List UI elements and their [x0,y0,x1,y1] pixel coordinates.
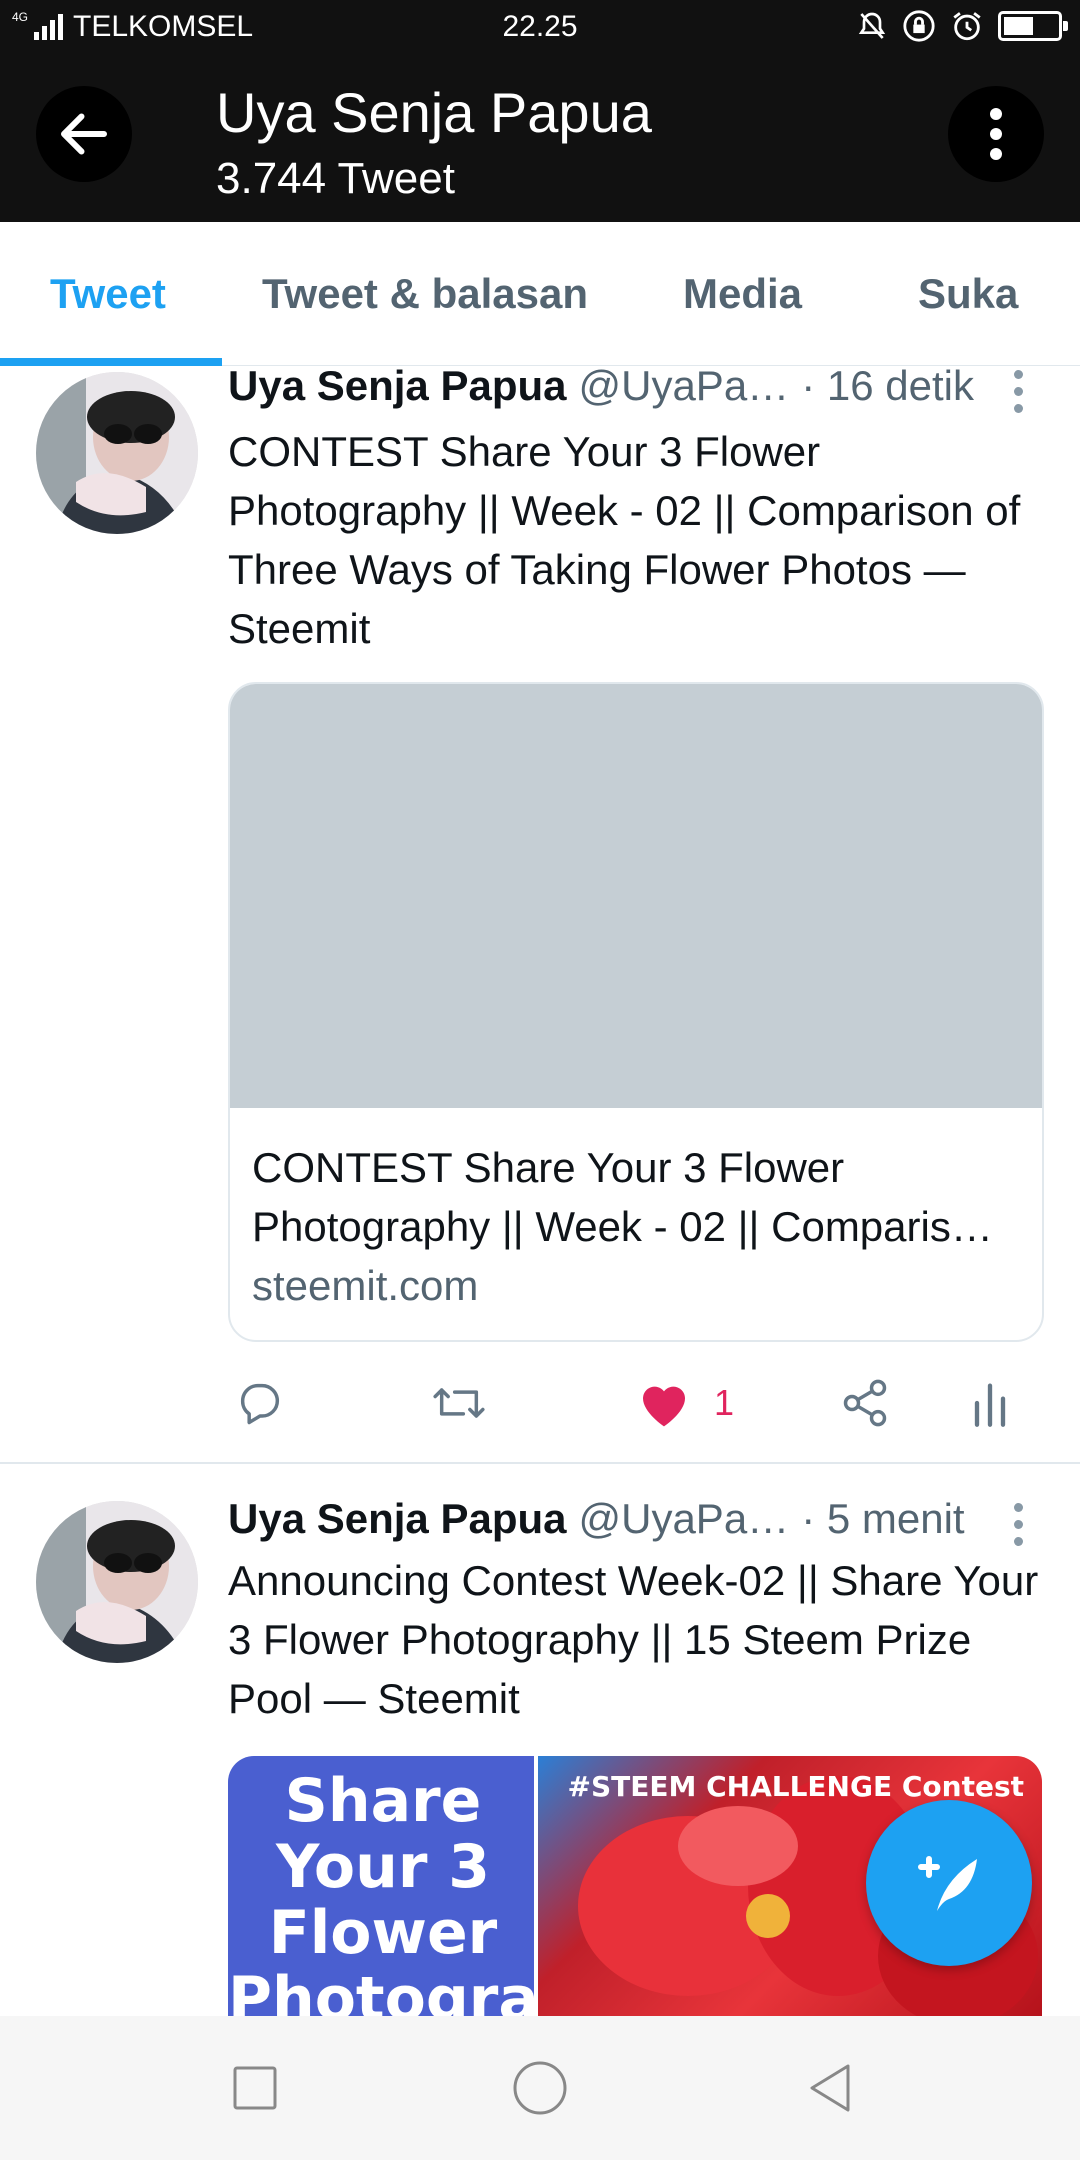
heart-filled-icon [643,1386,685,1427]
avatar[interactable] [36,1501,198,1663]
link-preview-title: CONTEST Share Your 3 Flower Photography … [252,1144,993,1250]
tweet-author-handle[interactable]: @UyaPa… [578,1495,789,1543]
retweet-icon [433,1388,485,1418]
share-icon [843,1379,887,1427]
status-bar: 4G TELKOMSEL 22.25 [0,0,1080,54]
home-button[interactable] [510,2058,570,2118]
profile-header: Uya Senja Papua 3.744 Tweet [0,54,1080,222]
tab-likes[interactable]: Suka [918,222,1018,366]
reply-icon [240,1383,279,1425]
tweet-actions: 1 [228,1368,1028,1438]
analytics-button[interactable] [968,1368,1012,1438]
tweet-text: CONTEST Share Your 3 Flower Photography … [228,428,1021,652]
reply-button[interactable] [234,1368,286,1438]
like-button[interactable]: 1 [636,1368,734,1438]
back-nav-button[interactable] [800,2058,860,2118]
avatar[interactable] [36,372,198,534]
tweet-text: Announcing Contest Week-02 || Share Your… [228,1557,1039,1722]
compose-tweet-button[interactable] [866,1800,1032,1966]
tweet-timestamp: · 5 menit [801,1495,965,1542]
system-nav-bar [0,2016,1080,2160]
mute-icon [858,12,886,39]
profile-tabs: Tweet Tweet & balasan Media Suka [0,222,1080,366]
share-button[interactable] [838,1368,892,1438]
analytics-icon [974,1383,1006,1427]
more-vertical-icon [990,108,1002,160]
square-icon [233,2066,277,2110]
tweet-count: 3.744 Tweet [216,154,455,203]
triangle-back-icon [810,2064,850,2112]
link-preview-card[interactable]: CONTEST Share Your 3 Flower Photography … [228,682,1044,1342]
recents-button[interactable] [225,2058,285,2118]
tweet-divider [0,1462,1080,1464]
tweet-item[interactable]: Uya Senja Papua @UyaPa… · 16 detik CONTE… [0,362,1080,1462]
link-preview-domain: steemit.com [252,1262,479,1309]
tweet-author-name[interactable]: Uya Senja Papua [228,1495,566,1543]
tab-tweet-and-replies[interactable]: Tweet & balasan [262,222,588,366]
compose-tweet-icon [918,1856,977,1911]
tweet-more-icon[interactable] [1008,1503,1028,1553]
link-preview-image [230,684,1042,1108]
tweet-timestamp: · 16 detik [801,362,974,409]
back-button[interactable] [36,86,132,182]
tab-media[interactable]: Media [683,222,802,366]
arrow-left-icon [61,113,107,155]
lock-rotation-icon [903,10,935,42]
profile-name: Uya Senja Papua [216,81,652,144]
active-tab-indicator [0,358,222,366]
tweet-author-name[interactable]: Uya Senja Papua [228,362,566,410]
tweet-author-handle[interactable]: @UyaPa… [578,362,789,410]
battery-icon [998,11,1068,41]
media-tag-text: #STEEM CHALLENGE Contest [567,1770,1025,1803]
alarm-icon [953,12,981,41]
media-left-text: Share Your 3 Flower Photography [228,1766,664,2016]
tweet-more-icon[interactable] [1008,370,1028,420]
like-count: 1 [714,1382,735,1423]
circle-icon [513,2061,567,2115]
more-options-button[interactable] [948,86,1044,182]
media-left-panel: Share Your 3 Flower Photography [228,1756,664,2016]
retweet-button[interactable] [430,1368,488,1438]
tab-tweet[interactable]: Tweet [50,222,166,366]
